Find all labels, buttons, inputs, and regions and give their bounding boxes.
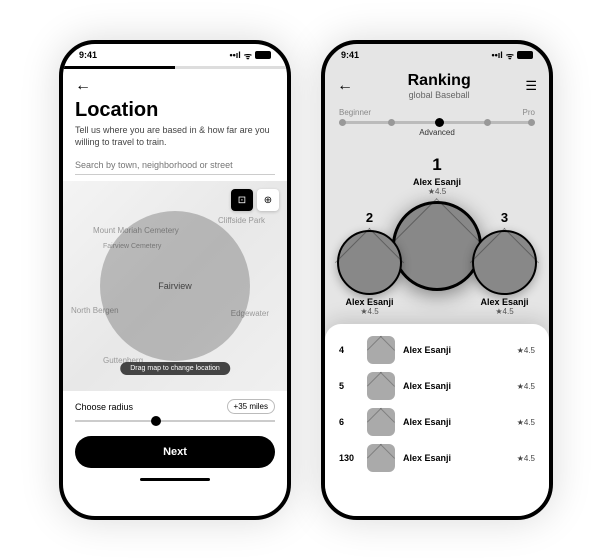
map-scan-button[interactable]: ⊡ <box>231 189 253 211</box>
level-dot[interactable] <box>528 119 535 126</box>
back-button[interactable]: ← <box>63 69 287 99</box>
radius-row: Choose radius +35 miles <box>63 391 287 416</box>
skill-level-slider[interactable] <box>339 121 535 124</box>
podium-pos: 2 <box>337 210 402 225</box>
rank-pos: 130 <box>339 453 359 463</box>
rank-row[interactable]: 4 Alex Esanji ★4.5 <box>325 332 549 368</box>
rank-name: Alex Esanji <box>403 381 517 391</box>
next-button[interactable]: Next <box>75 436 275 468</box>
radius-slider-thumb[interactable] <box>151 416 161 426</box>
rank-name: Alex Esanji <box>403 345 517 355</box>
level-dot[interactable] <box>339 119 346 126</box>
page-title: Location <box>63 99 287 125</box>
podium-name: Alex Esanji <box>337 297 402 307</box>
search-input[interactable] <box>75 156 275 175</box>
avatar-placeholder-icon <box>367 408 395 436</box>
avatar-placeholder-icon <box>367 372 395 400</box>
battery-icon <box>255 51 271 59</box>
level-dot[interactable] <box>388 119 395 126</box>
home-indicator[interactable] <box>140 478 210 481</box>
status-time: 9:41 <box>341 50 359 60</box>
signal-icon: ••ıl <box>229 50 240 60</box>
map-label: Cliffside Park <box>218 216 265 225</box>
radius-value-badge[interactable]: +35 miles <box>227 399 275 414</box>
podium-rating: ★4.5 <box>337 307 402 316</box>
rank-row[interactable]: 130 Alex Esanji ★4.5 <box>325 440 549 476</box>
onboarding-progress <box>63 66 287 69</box>
level-current: Advanced <box>325 128 549 137</box>
filter-button[interactable]: ☰ <box>525 78 537 94</box>
status-icons: ••ıl ᯤ <box>491 49 533 62</box>
avatar-placeholder-icon <box>367 444 395 472</box>
podium: 1 Alex Esanji ★4.5 2 Alex Esanji ★4.5 3 … <box>325 145 549 320</box>
map-locate-button[interactable]: ⊕ <box>257 189 279 211</box>
rank-pos: 4 <box>339 345 359 355</box>
rank-rating: ★4.5 <box>517 346 535 355</box>
status-bar: 9:41 ••ıl ᯤ <box>325 44 549 66</box>
status-icons: ••ıl ᯤ <box>229 49 271 62</box>
rank-rating: ★4.5 <box>517 454 535 463</box>
avatar-placeholder-icon <box>392 201 482 291</box>
avatar-placeholder-icon <box>337 230 402 295</box>
ranking-title: Ranking <box>353 72 525 90</box>
rank-name: Alex Esanji <box>403 453 517 463</box>
podium-pos: 3 <box>472 210 537 225</box>
rank-name: Alex Esanji <box>403 417 517 427</box>
ranking-list[interactable]: 4 Alex Esanji ★4.5 5 Alex Esanji ★4.5 6 … <box>325 324 549 516</box>
rank-pos: 6 <box>339 417 359 427</box>
podium-third[interactable]: 3 Alex Esanji ★4.5 <box>472 210 537 316</box>
avatar-placeholder-icon <box>472 230 537 295</box>
ranking-subtitle: global Baseball <box>353 90 525 100</box>
page-subtitle: Tell us where you are based in & how far… <box>63 125 287 156</box>
podium-rating: ★4.5 <box>392 187 482 196</box>
radius-slider[interactable] <box>75 420 275 422</box>
level-pro: Pro <box>523 108 535 117</box>
level-dot[interactable] <box>484 119 491 126</box>
rank-pos: 5 <box>339 381 359 391</box>
status-time: 9:41 <box>79 50 97 60</box>
status-bar: 9:41 ••ıl ᯤ <box>63 44 287 66</box>
signal-icon: ••ıl <box>491 50 502 60</box>
podium-second[interactable]: 2 Alex Esanji ★4.5 <box>337 210 402 316</box>
map[interactable]: ⊡ ⊕ Mount Moriah Cemetery Fairview Cemet… <box>63 181 287 391</box>
podium-first[interactable]: 1 Alex Esanji ★4.5 <box>392 155 482 291</box>
rank-rating: ★4.5 <box>517 418 535 427</box>
rank-row[interactable]: 6 Alex Esanji ★4.5 <box>325 404 549 440</box>
radius-overlay[interactable] <box>100 211 250 361</box>
podium-pos: 1 <box>392 155 482 175</box>
podium-name: Alex Esanji <box>392 177 482 187</box>
wifi-icon: ᯤ <box>506 49 514 62</box>
radius-label: Choose radius <box>75 402 133 412</box>
level-beginner: Beginner <box>339 108 371 117</box>
wifi-icon: ᯤ <box>244 49 252 62</box>
rank-row[interactable]: 5 Alex Esanji ★4.5 <box>325 368 549 404</box>
phone-location-screen: 9:41 ••ıl ᯤ ← Location Tell us where you… <box>59 40 291 520</box>
avatar-placeholder-icon <box>367 336 395 364</box>
skill-level-labels: Beginner Pro <box>325 100 549 119</box>
rank-rating: ★4.5 <box>517 382 535 391</box>
podium-name: Alex Esanji <box>472 297 537 307</box>
back-button[interactable]: ← <box>337 77 353 95</box>
podium-rating: ★4.5 <box>472 307 537 316</box>
phone-ranking-screen: 9:41 ••ıl ᯤ ← Ranking global Baseball ☰ … <box>321 40 553 520</box>
level-dot-active[interactable] <box>435 118 444 127</box>
map-drag-hint: Drag map to change location <box>120 362 230 375</box>
battery-icon <box>517 51 533 59</box>
